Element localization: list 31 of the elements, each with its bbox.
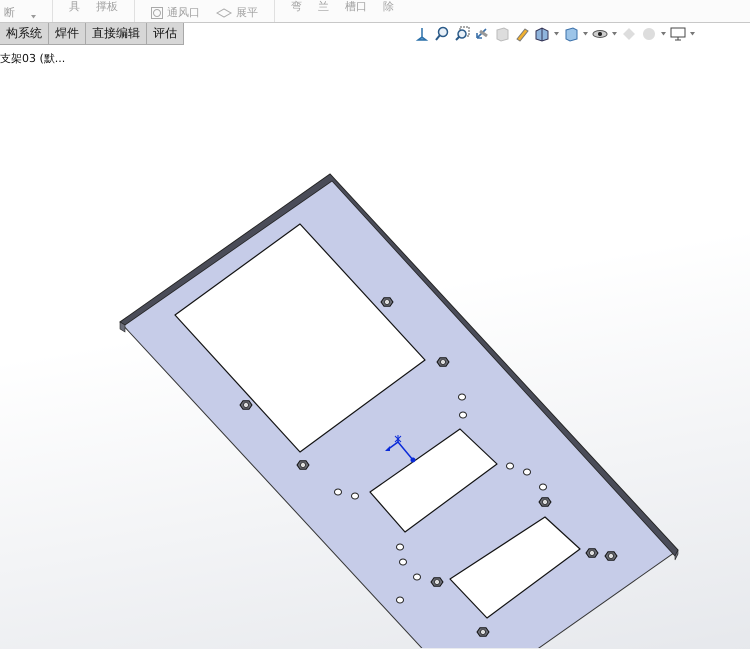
caret-icon[interactable] bbox=[583, 32, 588, 36]
sheet-icon bbox=[216, 8, 232, 18]
caret-icon[interactable] bbox=[31, 15, 36, 19]
ribbon-label[interactable]: 通风口 bbox=[167, 7, 200, 19]
axis-icon[interactable] bbox=[414, 26, 430, 42]
caret-icon[interactable] bbox=[661, 32, 666, 36]
monitor-icon[interactable] bbox=[670, 26, 686, 42]
caret-icon[interactable] bbox=[690, 32, 695, 36]
ribbon-tab[interactable]: 焊件 bbox=[49, 23, 86, 45]
ribbon-label[interactable]: 断 bbox=[4, 7, 15, 19]
cube-icon[interactable] bbox=[534, 26, 550, 42]
ribbon-label[interactable]: 除 bbox=[383, 1, 394, 13]
ribbon-label[interactable]: 具 bbox=[69, 1, 80, 13]
ribbon-tab[interactable]: 构系统 bbox=[0, 23, 49, 45]
tree-item[interactable]: 支架03 (默... bbox=[0, 52, 66, 65]
magnifier-icon[interactable] bbox=[434, 26, 450, 42]
caret-icon[interactable] bbox=[612, 32, 617, 36]
ribbon-tab[interactable]: 评估 bbox=[147, 23, 184, 45]
cube-icon[interactable] bbox=[563, 26, 579, 42]
caret-icon[interactable] bbox=[554, 32, 559, 36]
magnifier-icon[interactable] bbox=[454, 26, 470, 42]
ribbon-label[interactable]: 弯 bbox=[291, 1, 302, 13]
ribbon-label[interactable]: 撑板 bbox=[96, 1, 118, 13]
vent-icon bbox=[151, 7, 163, 19]
origin-triad-icon bbox=[385, 434, 416, 462]
arrow-icon[interactable] bbox=[474, 26, 490, 42]
ribbon-label[interactable]: 兰 bbox=[318, 1, 329, 13]
ribbon-tab[interactable]: 直接编辑 bbox=[86, 23, 147, 45]
ribbon-label[interactable]: 展平 bbox=[236, 7, 258, 19]
pencil-icon[interactable] bbox=[514, 26, 530, 42]
ribbon-label[interactable]: 槽口 bbox=[345, 1, 367, 13]
